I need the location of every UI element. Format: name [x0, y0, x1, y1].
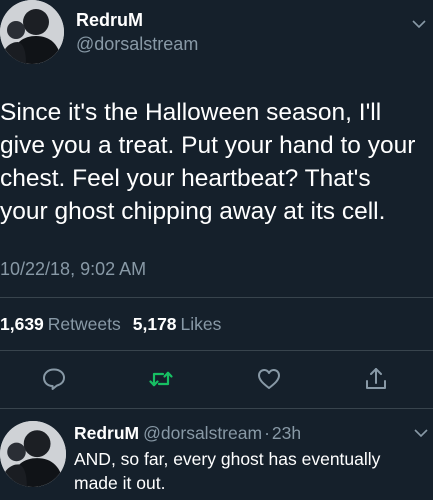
tweet-text-line: give you a treat. Put your hand to your [0, 132, 416, 159]
tweet-text-line: your ghost chipping away at its cell. [0, 198, 386, 225]
likes-label: Likes [180, 314, 222, 334]
tweet-text-line: Since it's the Halloween season, I'll [0, 99, 382, 126]
reply-author-name[interactable]: RedruM [74, 423, 139, 443]
retweet-button[interactable] [148, 366, 174, 392]
chevron-down-icon[interactable] [411, 16, 427, 32]
retweet-icon [149, 371, 173, 387]
retweets-count: 1,639 [0, 314, 44, 334]
likes-count: 5,178 [132, 314, 177, 334]
separator-dot: · [264, 423, 270, 443]
share-icon [366, 368, 386, 389]
avatar-image [0, 421, 66, 487]
tweet-stats: 1,639 Retweets 5,178 Likes [0, 314, 221, 335]
retweets-label: Retweets [47, 314, 121, 334]
reply-author-handle[interactable]: @dorsalstream [143, 423, 262, 443]
tweet-timestamp[interactable]: 10/22/18, 9:02 AM [0, 259, 146, 280]
reply-text-line: made it out. [74, 473, 166, 493]
reply-text: AND, so far, every ghost has eventually … [74, 447, 424, 495]
divider [0, 350, 433, 351]
reply-button[interactable] [41, 366, 67, 392]
reply-icon [43, 368, 65, 390]
likes-stat[interactable]: 5,178 Likes [133, 314, 222, 334]
retweets-stat[interactable]: 1,639 Retweets [0, 314, 121, 334]
heart-icon [258, 369, 280, 389]
author-handle[interactable]: @dorsalstream [76, 34, 198, 55]
tweet-text-line: chest. Feel your heartbeat? That's [0, 165, 371, 192]
author-name[interactable]: RedruM [76, 10, 143, 31]
reply-tweet[interactable]: RedruM @dorsalstream · 23h AND, so far, eve… [0, 409, 433, 500]
reply-time[interactable]: 23h [272, 423, 301, 443]
reply-text-line: AND, so far, every ghost has eventually [74, 449, 381, 469]
tweet-text: Since it's the Halloween season, I'll gi… [0, 96, 433, 228]
avatar[interactable] [0, 421, 66, 487]
like-button[interactable] [256, 366, 282, 392]
reply-header: RedruM @dorsalstream · 23h [74, 423, 301, 444]
chevron-down-icon[interactable] [413, 425, 429, 441]
main-tweet: RedruM @dorsalstream Since it's the Hall… [0, 0, 433, 408]
divider [0, 297, 433, 298]
avatar[interactable] [0, 0, 64, 64]
avatar-image [0, 0, 64, 64]
share-button[interactable] [363, 366, 389, 392]
